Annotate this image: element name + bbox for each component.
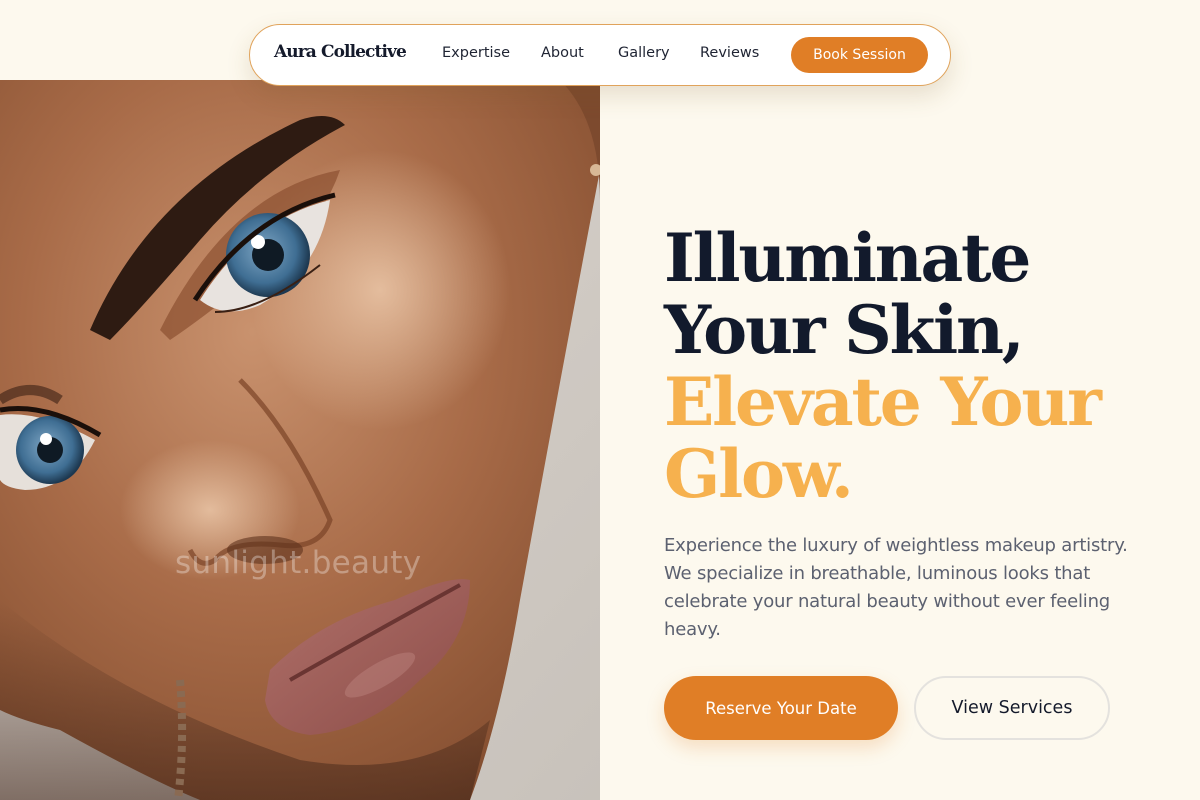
headline-line-1: Illuminate [664, 219, 1031, 297]
reserve-date-button[interactable]: Reserve Your Date [664, 676, 898, 740]
headline-accent-line-1: Elevate Your [664, 363, 1102, 441]
nav-link-gallery[interactable]: Gallery [618, 45, 670, 61]
headline-line-2: Your Skin, [664, 291, 1025, 369]
brand-logo[interactable]: Aura Collective [274, 42, 407, 62]
nav-link-expertise[interactable]: Expertise [442, 45, 510, 61]
book-session-button[interactable]: Book Session [791, 37, 928, 73]
hero-description: Experience the luxury of weightless make… [664, 535, 1128, 640]
portrait-illustration [0, 80, 600, 800]
headline-accent-line-2: Glow. [664, 435, 854, 513]
landing-page: sunlight.beauty Aura Collective Expertis… [0, 0, 1200, 800]
hero-portrait-image: sunlight.beauty [0, 80, 600, 800]
view-services-button[interactable]: View Services [914, 676, 1110, 740]
nav-link-about[interactable]: About [541, 45, 584, 61]
main-navigation: Aura Collective Expertise About Gallery … [249, 24, 951, 86]
nav-link-reviews[interactable]: Reviews [700, 45, 759, 61]
image-watermark: sunlight.beauty [175, 545, 422, 581]
hero-headline: Illuminate Your Skin, Elevate Your Glow. [664, 222, 1184, 510]
